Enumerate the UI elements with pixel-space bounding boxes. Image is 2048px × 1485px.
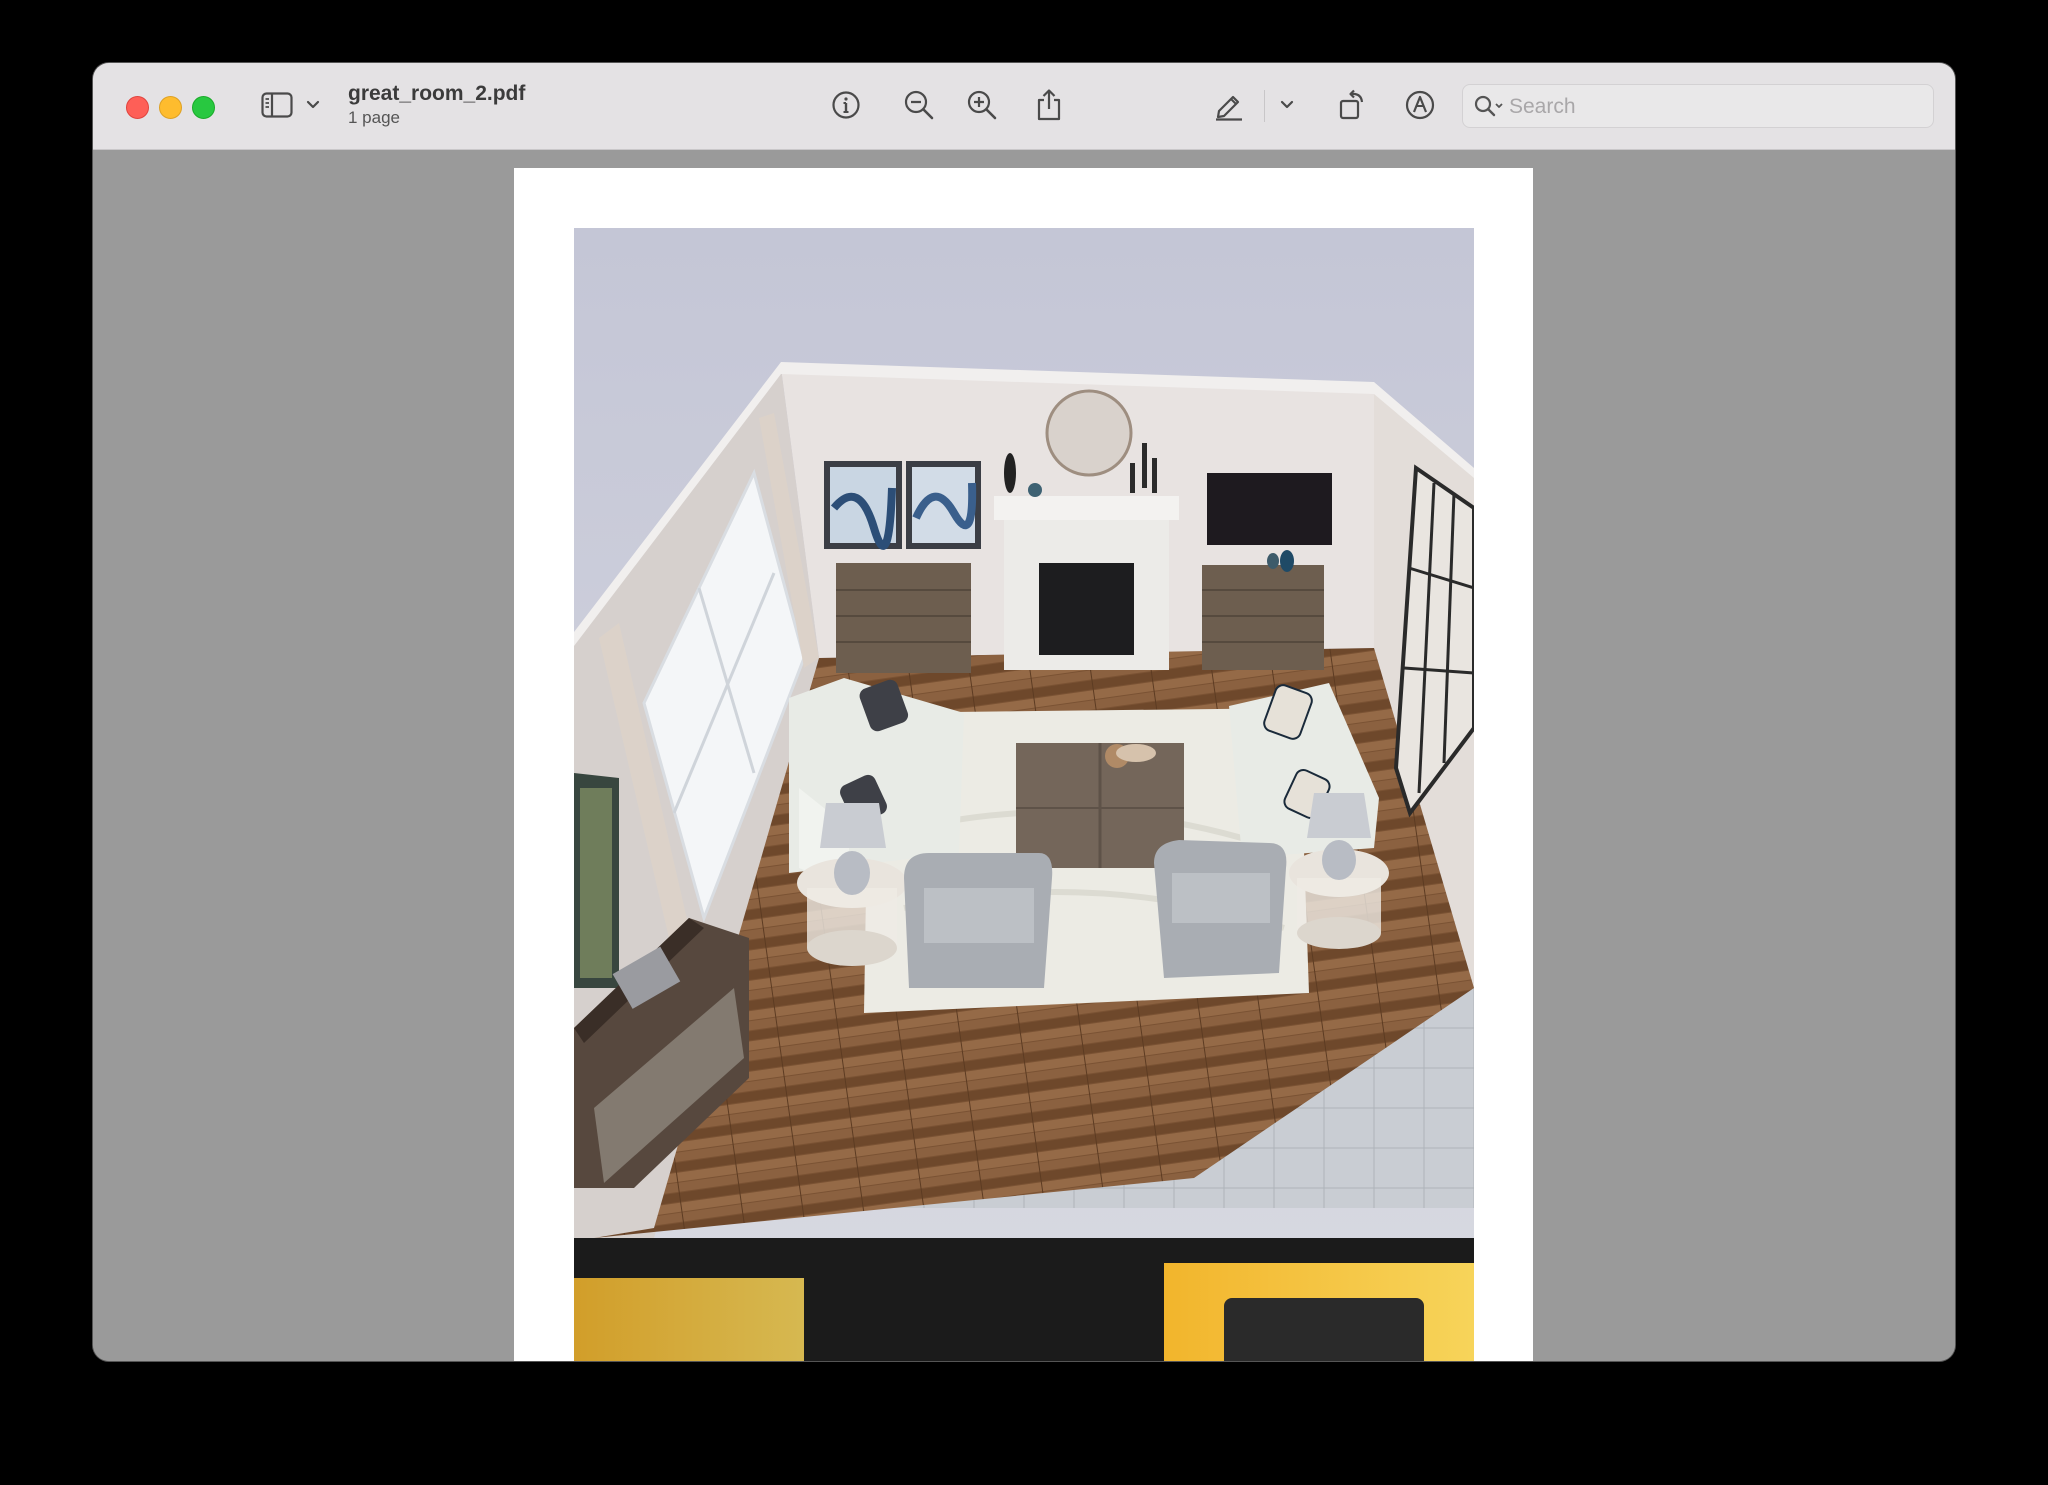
search-input[interactable] [1507, 91, 1921, 123]
document-title: great_room_2.pdf [348, 82, 526, 105]
search-icon [1474, 95, 1503, 117]
toolbar-divider [1264, 90, 1265, 122]
markup-button[interactable] [1400, 85, 1440, 125]
rotate-button[interactable] [1333, 85, 1373, 125]
room-rendering-image [574, 228, 1474, 1361]
preview-window: great_room_2.pdf 1 page [93, 63, 1955, 1361]
toolbar: great_room_2.pdf 1 page [93, 63, 1955, 150]
close-button[interactable] [126, 96, 149, 119]
chevron-down-icon [306, 100, 320, 109]
share-icon [1037, 89, 1061, 121]
room-rendering [574, 228, 1474, 1361]
highlight-menu-button[interactable] [1277, 85, 1297, 125]
info-icon [832, 91, 860, 119]
sidebar-icon [261, 92, 293, 118]
page-count: 1 page [348, 108, 400, 127]
sidebar-menu-button[interactable] [303, 85, 323, 125]
sidebar-toggle-button[interactable] [257, 85, 297, 125]
share-button[interactable] [1029, 85, 1069, 125]
minimize-button[interactable] [159, 96, 182, 119]
chevron-down-icon [1280, 100, 1294, 109]
highlight-button[interactable] [1209, 85, 1249, 125]
search-field[interactable] [1462, 84, 1934, 128]
rotate-icon [1339, 89, 1364, 120]
zoom-in-icon [967, 90, 997, 120]
pencil-icon [1216, 95, 1242, 121]
maximize-button[interactable] [192, 96, 215, 119]
zoom-out-icon [904, 90, 934, 120]
zoom-in-button[interactable] [962, 85, 1002, 125]
zoom-out-button[interactable] [899, 85, 939, 125]
pdf-page [514, 168, 1533, 1361]
document-view[interactable] [93, 150, 1955, 1361]
info-button[interactable] [826, 85, 866, 125]
markup-icon [1405, 90, 1435, 120]
